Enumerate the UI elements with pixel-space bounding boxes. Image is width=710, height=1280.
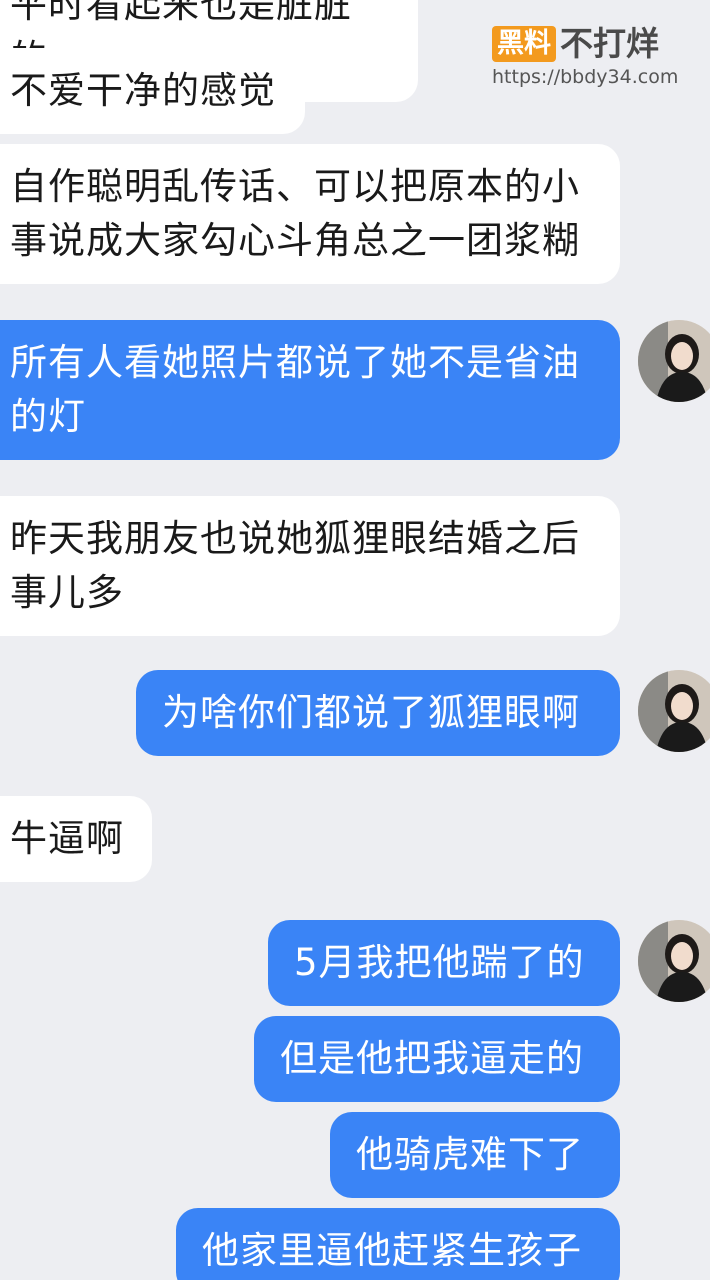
message-bubble-outgoing[interactable]: 他家里逼他赶紧生孩子 (176, 1208, 620, 1280)
message-bubble-outgoing[interactable]: 所有人看她照片都说了她不是省油 的灯 (0, 320, 620, 460)
watermark-url: https://bbdy34.com (492, 66, 679, 88)
message-bubble-incoming[interactable]: 不爱干净的感觉 (0, 48, 305, 134)
message-bubble-incoming[interactable]: 昨天我朋友也说她狐狸眼结婚之后 事儿多 (0, 496, 620, 636)
chat-area: 平时看起来也是脏脏的、 不爱干净的感觉 自作聪明乱传话、可以把原本的小 事说成大… (0, 0, 710, 1280)
message-bubble-incoming[interactable]: 牛逼啊 (0, 796, 152, 882)
user-avatar[interactable] (638, 320, 710, 402)
message-bubble-outgoing[interactable]: 但是他把我逼走的 (254, 1016, 620, 1102)
avatar-photo-icon (638, 670, 710, 752)
user-avatar[interactable] (638, 670, 710, 752)
message-bubble-outgoing[interactable]: 为啥你们都说了狐狸眼啊 (136, 670, 620, 756)
message-bubble-outgoing[interactable]: 他骑虎难下了 (330, 1112, 620, 1198)
message-bubble-incoming[interactable]: 自作聪明乱传话、可以把原本的小 事说成大家勾心斗角总之一团浆糊 (0, 144, 620, 284)
avatar-photo-icon (638, 920, 710, 1002)
watermark-title: 不打烊 (560, 24, 659, 63)
site-watermark: 黑料 不打烊 https://bbdy34.com (492, 26, 682, 90)
message-bubble-outgoing[interactable]: 5月我把他踹了的 (268, 920, 620, 1006)
user-avatar[interactable] (638, 920, 710, 1002)
avatar-photo-icon (638, 320, 710, 402)
watermark-logo: 黑料 (492, 26, 556, 62)
